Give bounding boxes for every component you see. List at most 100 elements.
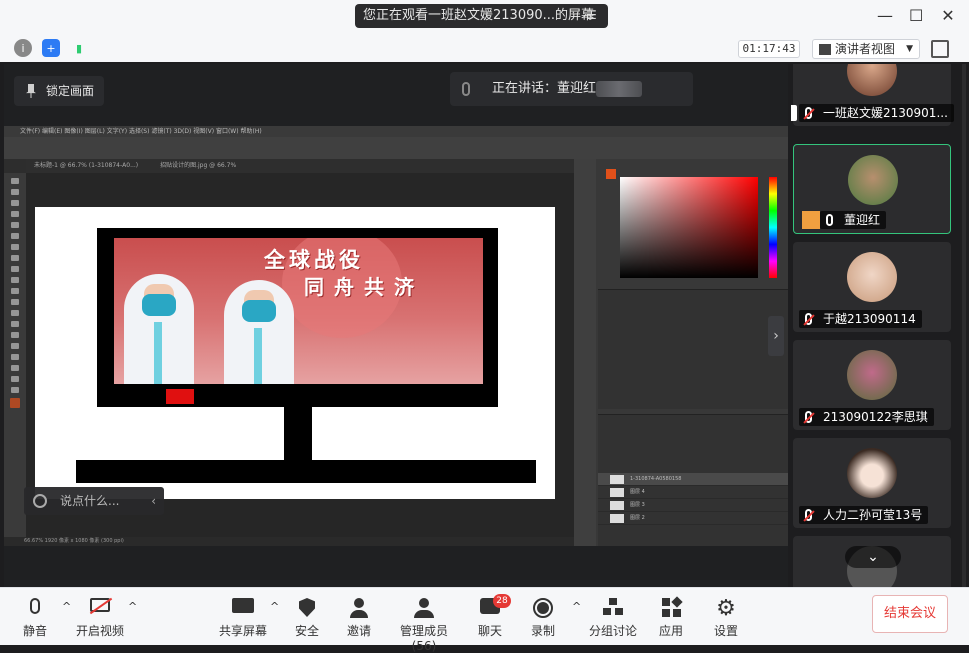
- mic-muted-icon: [805, 107, 812, 119]
- add-user-icon: [348, 598, 370, 620]
- video-label: 开启视频: [75, 624, 124, 638]
- breakout-button[interactable]: 分组讨论: [588, 594, 638, 640]
- microphone-icon: [462, 82, 470, 96]
- poster-image: 全球战役 同舟共济: [114, 238, 483, 384]
- participant-name-text: 于越213090114: [823, 312, 916, 326]
- share-title-pill[interactable]: 您正在观看一班赵文媛213090...的屏幕 ☰: [355, 4, 608, 28]
- chat-badge: 28: [493, 594, 511, 608]
- manage-members-button[interactable]: 管理成员 (56): [388, 594, 460, 653]
- speaking-label: 正在讲话：董迎红；: [492, 81, 610, 96]
- breakout-label: 分组讨论: [588, 624, 637, 638]
- doctor-figure: [124, 274, 194, 384]
- ps-doc-tabs: 未标题-1 @ 66.7% (1-310874-A0...) 招贴设计的图.jp…: [26, 159, 574, 173]
- minimize-icon[interactable]: —: [877, 6, 893, 26]
- photoshop-shared-window: 文件(F) 编辑(E) 图像(I) 图层(L) 文字(Y) 选择(S) 滤镜(T…: [4, 126, 788, 546]
- meeting-toolbar: 静音 ^ 开启视频 ^ 共享屏幕 ^ 安全 邀请 管理成员 (56) 28 聊天…: [0, 587, 969, 653]
- record-button[interactable]: 录制: [526, 594, 560, 640]
- participant-name-text: 董迎红: [844, 213, 881, 227]
- ps-right-panels: 1-310874-A0580158 图层 4 图层 3 图层 2: [574, 159, 788, 546]
- emoji-icon[interactable]: [33, 494, 47, 508]
- members-label: 管理成员 (56): [399, 624, 448, 653]
- participant-name-text: 一班赵文媛2130901...: [823, 106, 948, 120]
- mic-muted-icon: [805, 509, 812, 521]
- ps-menubar: 文件(F) 编辑(E) 图像(I) 图层(L) 文字(Y) 选择(S) 滤镜(T…: [4, 126, 788, 137]
- end-meeting-button[interactable]: 结束会议: [872, 595, 948, 633]
- hue-slider: [769, 177, 777, 278]
- chevron-up-icon[interactable]: ^: [572, 601, 582, 612]
- mic-muted-icon: [805, 411, 812, 423]
- pin-icon: [26, 84, 36, 98]
- poster-title: 全球战役: [264, 247, 364, 272]
- monitor-stand: [284, 407, 312, 460]
- settings-label: 设置: [713, 624, 738, 638]
- shared-screen-stage: 锁定画面 正在讲话：董迎红； 文件(F) 编辑(E) 图像(I) 图层(L) 文…: [4, 64, 788, 587]
- poster-subtitle: 同舟共济: [304, 275, 424, 299]
- invite-label: 邀请: [346, 624, 371, 638]
- apps-icon: [660, 596, 683, 620]
- chevron-up-icon[interactable]: ^: [128, 601, 138, 612]
- view-mode-button[interactable]: 演讲者视图 ▼: [812, 39, 920, 59]
- participant-name-text: 人力二孙可莹13号: [823, 508, 923, 522]
- ps-tab-1: 未标题-1 @ 66.7% (1-310874-A0...): [34, 162, 139, 169]
- participant-name: 213090122李思琪: [799, 408, 934, 426]
- breakout-icon: [602, 598, 624, 620]
- speaking-indicator: 正在讲话：董迎红；: [450, 72, 693, 106]
- ps-toolbox: [4, 173, 26, 546]
- invite-button[interactable]: 邀请: [342, 594, 376, 640]
- ps-layers-panel: 1-310874-A0580158 图层 4 图层 3 图层 2: [598, 414, 788, 546]
- fullscreen-icon[interactable]: [931, 40, 949, 58]
- share-label: 共享屏幕: [218, 624, 267, 638]
- ps-libraries-panel: [598, 289, 788, 409]
- menu-icon[interactable]: ☰: [586, 8, 600, 22]
- record-label: 录制: [530, 624, 555, 638]
- participant-card[interactable]: 213090122李思琪: [793, 340, 951, 430]
- doctor-figure: [224, 280, 294, 384]
- lock-label: 锁定画面: [46, 84, 95, 98]
- chat-placeholder: 说点什么...: [60, 494, 120, 508]
- participant-list: 一班赵文媛2130901... 董迎红 于越213090114 21309012…: [791, 64, 960, 587]
- participant-card[interactable]: 于越213090114: [793, 242, 951, 332]
- avatar: [847, 64, 897, 96]
- window-controls: — ☐ ✕: [877, 6, 955, 26]
- meeting-timer: 01:17:43: [738, 40, 800, 58]
- lock-screen-button[interactable]: 锁定画面: [14, 76, 104, 106]
- participant-name-text: 213090122李思琪: [823, 410, 928, 424]
- security-label: 安全: [294, 624, 319, 638]
- gear-icon: ⚙: [716, 596, 736, 621]
- color-picker-field: [620, 177, 758, 278]
- security-button[interactable]: 安全: [290, 594, 324, 640]
- speaker-view-icon: [819, 44, 831, 55]
- avatar: [847, 448, 897, 498]
- mic-icon: [826, 214, 833, 226]
- settings-button[interactable]: ⚙ 设置: [710, 594, 742, 640]
- chevron-up-icon[interactable]: ^: [62, 601, 72, 612]
- participant-card[interactable]: ⌄: [793, 536, 951, 587]
- start-video-button[interactable]: 开启视频: [72, 594, 128, 640]
- shield-icon[interactable]: +: [42, 39, 60, 57]
- share-screen-icon: [232, 598, 254, 620]
- participant-scrollbar[interactable]: [962, 64, 966, 587]
- collapse-panel-button[interactable]: ›: [768, 316, 784, 356]
- ps-status-bar: 66.67% 1920 像素 x 1080 像素 (300 ppi): [4, 537, 574, 546]
- scroll-down-button[interactable]: ⌄: [845, 546, 901, 568]
- mute-button[interactable]: 静音: [14, 594, 56, 640]
- participant-card[interactable]: 董迎红: [793, 144, 951, 234]
- chat-button[interactable]: 28 聊天: [474, 594, 511, 640]
- participant-card[interactable]: 一班赵文媛2130901...: [791, 64, 954, 126]
- microphone-icon: [24, 598, 46, 620]
- share-screen-button[interactable]: 共享屏幕: [216, 594, 270, 640]
- apps-button[interactable]: 应用: [654, 594, 688, 640]
- chevron-left-icon[interactable]: ‹: [151, 487, 156, 515]
- record-icon: [532, 598, 554, 620]
- apps-label: 应用: [658, 624, 683, 638]
- chat-input[interactable]: 说点什么... ‹: [24, 487, 164, 515]
- close-icon[interactable]: ✕: [941, 6, 955, 26]
- signal-icon[interactable]: ▮: [70, 39, 88, 57]
- share-title: 您正在观看一班赵文媛213090...的屏幕: [363, 8, 595, 23]
- chevron-up-icon[interactable]: ^: [270, 601, 280, 612]
- participant-card[interactable]: 人力二孙可莹13号: [793, 438, 951, 528]
- chat-label: 聊天: [477, 624, 502, 638]
- participant-name: 人力二孙可莹13号: [799, 506, 929, 524]
- maximize-icon[interactable]: ☐: [909, 6, 923, 26]
- info-icon[interactable]: i: [14, 39, 32, 57]
